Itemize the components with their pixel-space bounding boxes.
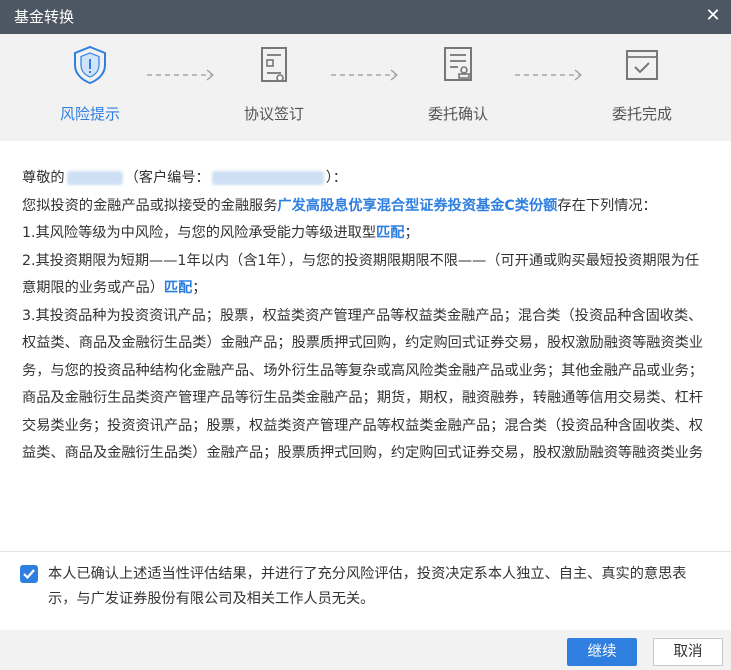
step-agreement: 协议签订 bbox=[219, 44, 329, 124]
item-text: 3.其投资品种为投资资讯产品；股票，权益类资产管理产品等权益类金融产品；混合类（… bbox=[22, 307, 704, 462]
confirm-checkbox[interactable] bbox=[20, 565, 38, 583]
arrow-icon bbox=[147, 69, 214, 81]
product-name: 广发高股息优享混合型证券投资基金C类份额 bbox=[277, 197, 558, 214]
match-badge: 匹配 bbox=[163, 280, 193, 296]
arrow-icon bbox=[515, 69, 582, 81]
greeting-line: 尊敬的 （客户编号： ）： bbox=[22, 165, 711, 193]
item-end: ； bbox=[192, 280, 207, 296]
cancel-button[interactable]: 取消 bbox=[653, 638, 723, 666]
check-icon bbox=[23, 569, 35, 580]
client-no-suffix: ）： bbox=[325, 170, 347, 186]
intro-suffix: 存在下列情况： bbox=[557, 197, 657, 214]
item-text: 2.其投资期限为短期——1年以内（含1年），与您的投资期限期限不限——（可开通或… bbox=[22, 252, 700, 297]
redacted-client-number bbox=[211, 171, 324, 185]
step-order-confirm: 委托确认 bbox=[403, 44, 513, 124]
shield-icon bbox=[74, 45, 106, 85]
greeting-prefix: 尊敬的 bbox=[22, 170, 65, 186]
confirm-text[interactable]: 本人已确认上述适当性评估结果，并进行了充分风险评估，投资决定系本人独立、自主、真… bbox=[20, 562, 710, 612]
risk-notice-content: 尊敬的 （客户编号： ）： 您拟投资的金融产品或拟接受的金融服务广发高股息优享混合型… bbox=[0, 141, 731, 551]
contract-icon bbox=[261, 47, 287, 82]
step-order-complete: 委托完成 bbox=[587, 44, 697, 124]
intro-paragraph: 您拟投资的金融产品或拟接受的金融服务广发高股息优享混合型证券投资基金C类份额存在… bbox=[22, 193, 711, 221]
divider bbox=[0, 551, 731, 552]
item-text: 1.其风险等级为中风险，与您的风险承受能力等级进取型 bbox=[22, 225, 377, 241]
item-end: ； bbox=[404, 225, 419, 241]
step-label: 协议签订 bbox=[243, 105, 304, 123]
check-window-icon bbox=[626, 50, 658, 80]
step-risk-notice: 风险提示 bbox=[35, 44, 145, 124]
step-label: 委托确认 bbox=[427, 105, 488, 123]
step-label: 委托完成 bbox=[611, 105, 672, 123]
close-icon[interactable]: ✕ bbox=[701, 4, 725, 28]
risk-item-2: 2.其投资期限为短期——1年以内（含1年），与您的投资期限期限不限——（可开通或… bbox=[22, 248, 711, 303]
risk-item-3: 3.其投资品种为投资资讯产品；股票，权益类资产管理产品等权益类金融产品；混合类（… bbox=[22, 303, 711, 468]
intro-prefix: 您拟投资的金融产品或拟接受的金融服务 bbox=[22, 197, 278, 214]
match-badge: 匹配 bbox=[376, 225, 405, 241]
arrow-icon bbox=[331, 69, 398, 81]
step-indicator: 风险提示 协议签订 委托确认 委托完成 bbox=[0, 34, 731, 141]
risk-item-1: 1.其风险等级为中风险，与您的风险承受能力等级进取型匹配； bbox=[22, 220, 711, 248]
footer-bar: 继续 取消 bbox=[0, 630, 731, 670]
client-no-prefix: （客户编号： bbox=[124, 170, 210, 186]
confirmation-row[interactable]: 本人已确认上述适当性评估结果，并进行了充分风险评估，投资决定系本人独立、自主、真… bbox=[20, 562, 710, 612]
title-bar: 基金转换 ✕ bbox=[0, 0, 731, 34]
step-label: 风险提示 bbox=[59, 105, 120, 123]
document-stamp-icon bbox=[444, 47, 472, 81]
window-title: 基金转换 bbox=[14, 8, 75, 26]
continue-button[interactable]: 继续 bbox=[567, 638, 637, 666]
redacted-client-name bbox=[66, 171, 123, 185]
